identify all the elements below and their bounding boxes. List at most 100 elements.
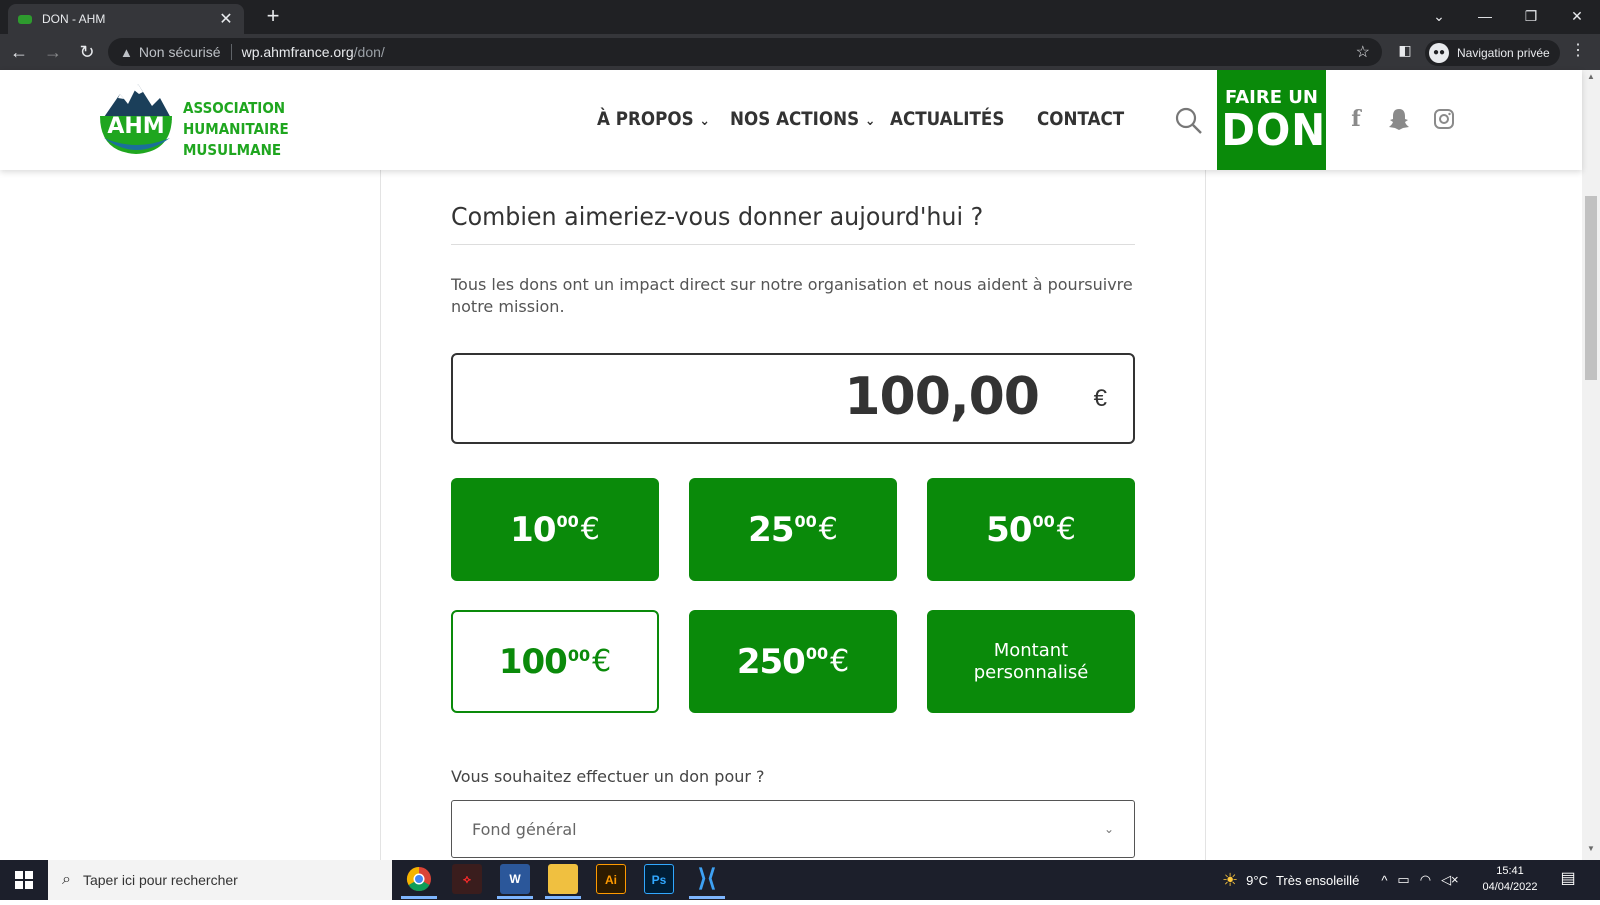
donation-description: Tous les dons ont un impact direct sur n… bbox=[451, 275, 1133, 316]
browser-tab-bar: DON - AHM ✕ + ⌄ — ❐ ✕ bbox=[0, 0, 1600, 34]
preset-amount-button[interactable]: 25 00 € bbox=[689, 478, 897, 581]
system-tray: ☀ 9°C Très ensoleillé ^ ▭ ◠ ◁× bbox=[1222, 860, 1459, 900]
preset-whole: 250 bbox=[736, 641, 806, 682]
search-icon[interactable] bbox=[1174, 106, 1204, 136]
ahm-mountain-logo-icon: AHM bbox=[100, 84, 172, 154]
browser-menu-icon[interactable]: ⋮ bbox=[1568, 40, 1588, 64]
illustrator-icon[interactable]: Ai bbox=[596, 864, 626, 894]
chevron-down-icon: ⌄ bbox=[699, 113, 710, 129]
file-explorer-icon[interactable] bbox=[548, 864, 578, 894]
wifi-icon[interactable]: ◠ bbox=[1420, 872, 1431, 888]
nav-about[interactable]: À PROPOS ⌄ bbox=[597, 108, 710, 130]
bookmark-star-icon[interactable]: ☆ bbox=[1356, 42, 1370, 62]
site-favicon-icon bbox=[18, 14, 32, 24]
chevron-down-icon: ⌄ bbox=[864, 113, 876, 129]
url-path: /don/ bbox=[353, 44, 385, 60]
snapchat-icon[interactable] bbox=[1387, 106, 1411, 132]
weather-text[interactable]: Très ensoleillé bbox=[1276, 873, 1359, 888]
preset-currency: € bbox=[830, 644, 850, 679]
photoshop-icon[interactable]: Ps bbox=[644, 864, 674, 894]
nav-about-label: À PROPOS bbox=[597, 108, 694, 130]
new-tab-button[interactable]: + bbox=[260, 4, 286, 30]
donate-button[interactable]: FAIRE UN DON bbox=[1217, 70, 1326, 170]
notification-center-icon[interactable]: ▤ bbox=[1556, 868, 1580, 892]
nav-actions-label: NOS ACTIONS bbox=[730, 108, 860, 130]
close-window-button[interactable]: ✕ bbox=[1554, 2, 1600, 30]
custom-line1: Montant bbox=[993, 639, 1069, 661]
volume-mute-icon[interactable]: ◁× bbox=[1441, 872, 1459, 888]
restore-button[interactable]: ❐ bbox=[1508, 2, 1554, 30]
forward-button[interactable]: → bbox=[38, 37, 68, 67]
battery-icon[interactable]: ▭ bbox=[1397, 872, 1409, 888]
chrome-icon[interactable] bbox=[404, 864, 434, 894]
windows-logo-icon bbox=[15, 871, 33, 889]
scroll-down-icon[interactable]: ▼ bbox=[1582, 844, 1600, 858]
word-icon[interactable]: W bbox=[500, 864, 530, 894]
minimize-button[interactable]: — bbox=[1462, 2, 1508, 30]
preset-cents: 00 bbox=[567, 646, 591, 665]
scroll-up-icon[interactable]: ▲ bbox=[1582, 72, 1600, 86]
site-logo[interactable]: AHM ASSOCIATION HUMANITAIRE MUSULMANE bbox=[98, 80, 298, 160]
windows-start-button[interactable] bbox=[0, 860, 48, 900]
preset-whole: 50 bbox=[986, 509, 1032, 550]
preset-cents: 00 bbox=[1032, 512, 1055, 531]
preset-currency: € bbox=[1056, 512, 1076, 547]
scroll-thumb[interactable] bbox=[1585, 196, 1597, 380]
custom-amount-button[interactable]: Montant personnalisé bbox=[927, 610, 1135, 713]
weather-temp[interactable]: 9°C bbox=[1246, 873, 1268, 888]
preset-cents: 00 bbox=[805, 644, 829, 663]
instagram-icon[interactable] bbox=[1432, 106, 1456, 132]
nav-news[interactable]: ACTUALITÉS bbox=[890, 108, 1004, 130]
vscode-icon[interactable]: ⟩⟨ bbox=[692, 864, 722, 894]
side-panel-icon[interactable]: ◧ bbox=[1394, 42, 1416, 62]
divider bbox=[230, 44, 232, 60]
preset-cents: 00 bbox=[556, 512, 579, 531]
donation-form-card: Combien aimeriez-vous donner aujourd'hui… bbox=[380, 170, 1206, 860]
taskbar-clock[interactable]: 15:41 04/04/2022 bbox=[1478, 863, 1542, 895]
page-scrollbar[interactable]: ▲ ▼ bbox=[1582, 70, 1600, 860]
logo-initials: AHM bbox=[107, 114, 164, 139]
close-tab-icon[interactable]: ✕ bbox=[218, 9, 234, 29]
warning-icon: ▲ bbox=[120, 44, 133, 60]
preset-cents: 00 bbox=[794, 512, 817, 531]
taskbar-search-box[interactable]: ⌕ Taper ici pour rechercher bbox=[48, 860, 392, 900]
weather-sun-icon[interactable]: ☀ bbox=[1222, 870, 1238, 891]
nav-contact[interactable]: CONTACT bbox=[1037, 108, 1124, 130]
preset-currency: € bbox=[818, 512, 838, 547]
page-content: Combien aimeriez-vous donner aujourd'hui… bbox=[0, 170, 1582, 860]
preset-currency: € bbox=[580, 512, 600, 547]
preset-amount-button[interactable]: 50 00 € bbox=[927, 478, 1135, 581]
private-browsing-badge[interactable]: ●● Navigation privée bbox=[1425, 40, 1560, 66]
back-button[interactable]: ← bbox=[4, 37, 34, 67]
tab-title: DON - AHM bbox=[42, 12, 106, 26]
chevron-down-icon: ⌄ bbox=[1103, 822, 1114, 836]
active-app-indicator bbox=[497, 896, 533, 899]
preset-amount-button[interactable]: 10 00 € bbox=[451, 478, 659, 581]
preset-currency: € bbox=[592, 644, 612, 679]
taskbar-search-placeholder: Taper ici pour rechercher bbox=[82, 872, 238, 888]
preset-amount-button-selected[interactable]: 100 00 € bbox=[451, 610, 659, 713]
search-icon: ⌕ bbox=[62, 871, 71, 888]
chevron-up-icon[interactable]: ^ bbox=[1381, 873, 1387, 888]
url-host: wp.ahmfrance.org bbox=[241, 44, 354, 60]
browser-tab[interactable]: DON - AHM ✕ bbox=[8, 4, 244, 34]
clock-date: 04/04/2022 bbox=[1482, 881, 1538, 893]
preset-amount-button[interactable]: 250 00 € bbox=[689, 610, 897, 713]
security-label: Non sécurisé bbox=[138, 44, 221, 60]
donation-heading: Combien aimeriez-vous donner aujourd'hui… bbox=[451, 202, 984, 231]
tab-search-chevron-icon[interactable]: ⌄ bbox=[1416, 2, 1462, 30]
purpose-label: Vous souhaitez effectuer un don pour ? bbox=[451, 767, 765, 786]
active-app-indicator bbox=[689, 896, 725, 899]
browser-toolbar: ← → ↻ ▲ Non sécurisé wp.ahmfrance.org/do… bbox=[0, 34, 1600, 70]
facebook-icon[interactable]: f bbox=[1344, 106, 1368, 132]
private-label: Navigation privée bbox=[1457, 46, 1550, 60]
reload-button[interactable]: ↻ bbox=[72, 37, 102, 67]
nav-actions[interactable]: NOS ACTIONS ⌄ bbox=[730, 108, 875, 130]
purpose-select[interactable]: Fond général ⌄ bbox=[451, 800, 1135, 858]
incognito-icon: ●● bbox=[1429, 43, 1449, 63]
donate-line2: DON bbox=[1221, 105, 1327, 156]
amount-input[interactable]: 100,00 € bbox=[451, 353, 1135, 444]
acrobat-icon[interactable]: ⟡ bbox=[452, 864, 482, 894]
address-bar[interactable]: ▲ Non sécurisé wp.ahmfrance.org/don/ ☆ bbox=[108, 38, 1382, 66]
preset-whole: 10 bbox=[510, 509, 556, 550]
